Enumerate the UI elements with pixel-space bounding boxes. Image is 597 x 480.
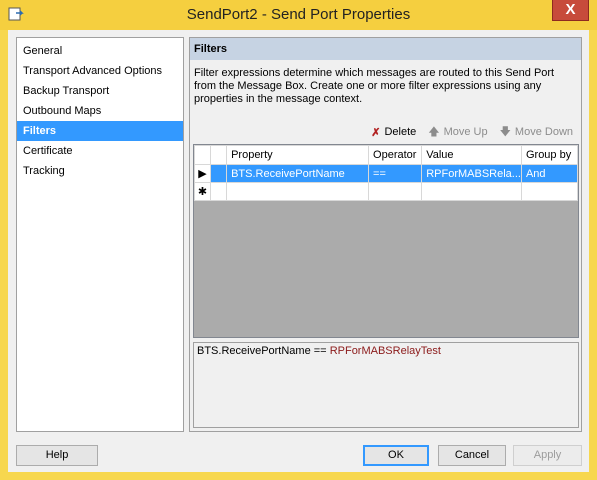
nav-item-transport-advanced-options[interactable]: Transport Advanced Options bbox=[17, 61, 183, 81]
move-up-button[interactable]: 🡅 Move Up bbox=[428, 124, 487, 140]
filter-toolbar: ✗ Delete 🡅 Move Up 🡇 Move Down bbox=[371, 124, 573, 140]
operator-cell[interactable]: == bbox=[368, 164, 423, 183]
settings-nav-list: General Transport Advanced Options Backu… bbox=[16, 37, 184, 432]
grid-blank-cell[interactable] bbox=[209, 182, 228, 201]
column-header-value[interactable]: Value bbox=[421, 145, 522, 165]
delete-label: Delete bbox=[384, 126, 417, 138]
new-operator-cell[interactable] bbox=[368, 182, 423, 201]
expression-value: RPForMABSRelayTest bbox=[329, 345, 441, 357]
new-row[interactable]: ✱ bbox=[194, 182, 579, 201]
new-row-asterisk-icon[interactable]: ✱ bbox=[194, 182, 211, 201]
cancel-button[interactable]: Cancel bbox=[438, 445, 506, 466]
filter-expression-preview: BTS.ReceivePortName == RPForMABSRelayTes… bbox=[193, 342, 579, 428]
delete-icon: ✗ bbox=[371, 126, 381, 139]
window-title: SendPort2 - Send Port Properties bbox=[186, 6, 411, 23]
group-by-cell[interactable]: And bbox=[520, 164, 579, 183]
new-group-by-cell[interactable] bbox=[520, 182, 579, 201]
column-header-group-by[interactable]: Group by bbox=[520, 145, 579, 165]
ok-button[interactable]: OK bbox=[363, 445, 429, 466]
row-header-corner bbox=[194, 145, 211, 165]
nav-item-filters[interactable]: Filters bbox=[17, 121, 183, 141]
column-header-property[interactable]: Property bbox=[226, 145, 370, 165]
panel-description: Filter expressions determine which messa… bbox=[194, 67, 555, 105]
grid-blank-cell[interactable] bbox=[209, 164, 228, 183]
move-up-label: Move Up bbox=[443, 126, 488, 138]
title-bar[interactable]: SendPort2 - Send Port Properties X bbox=[0, 0, 597, 30]
arrow-down-icon: 🡇 bbox=[499, 125, 511, 138]
send-port-properties-window: SendPort2 - Send Port Properties X Gener… bbox=[0, 0, 597, 480]
nav-item-outbound-maps[interactable]: Outbound Maps bbox=[17, 101, 183, 121]
filter-table: Property Operator Value Group by ▶ BTS.R… bbox=[194, 145, 579, 201]
help-button[interactable]: Help bbox=[16, 445, 98, 466]
value-cell[interactable]: RPForMABSRela... bbox=[421, 164, 522, 183]
current-row-arrow-icon[interactable]: ▶ bbox=[194, 164, 211, 183]
new-property-cell[interactable] bbox=[226, 182, 370, 201]
dialog-client-area: General Transport Advanced Options Backu… bbox=[8, 30, 589, 472]
filter-grid: Property Operator Value Group by ▶ BTS.R… bbox=[193, 144, 579, 338]
expression-left: BTS.ReceivePortName == bbox=[197, 345, 327, 357]
nav-item-certificate[interactable]: Certificate bbox=[17, 141, 183, 161]
property-cell[interactable]: BTS.ReceivePortName bbox=[226, 164, 370, 183]
move-down-button[interactable]: 🡇 Move Down bbox=[500, 124, 573, 140]
close-button[interactable]: X bbox=[552, 0, 589, 21]
grid-blank-column-header bbox=[209, 145, 228, 165]
move-down-label: Move Down bbox=[514, 126, 573, 138]
nav-item-backup-transport[interactable]: Backup Transport bbox=[17, 81, 183, 101]
panel-header: Filters bbox=[190, 38, 581, 60]
delete-button[interactable]: ✗ Delete bbox=[371, 124, 416, 140]
new-value-cell[interactable] bbox=[421, 182, 522, 201]
nav-item-general[interactable]: General bbox=[17, 41, 183, 61]
table-row[interactable]: ▶ BTS.ReceivePortName == RPForMABSRela..… bbox=[194, 164, 579, 183]
grid-header-row: Property Operator Value Group by bbox=[194, 145, 579, 165]
filters-panel: Filters Filter expressions determine whi… bbox=[189, 37, 582, 432]
nav-item-tracking[interactable]: Tracking bbox=[17, 161, 183, 181]
arrow-up-icon: 🡅 bbox=[428, 125, 440, 138]
column-header-operator[interactable]: Operator bbox=[368, 145, 423, 165]
apply-button[interactable]: Apply bbox=[513, 445, 582, 466]
